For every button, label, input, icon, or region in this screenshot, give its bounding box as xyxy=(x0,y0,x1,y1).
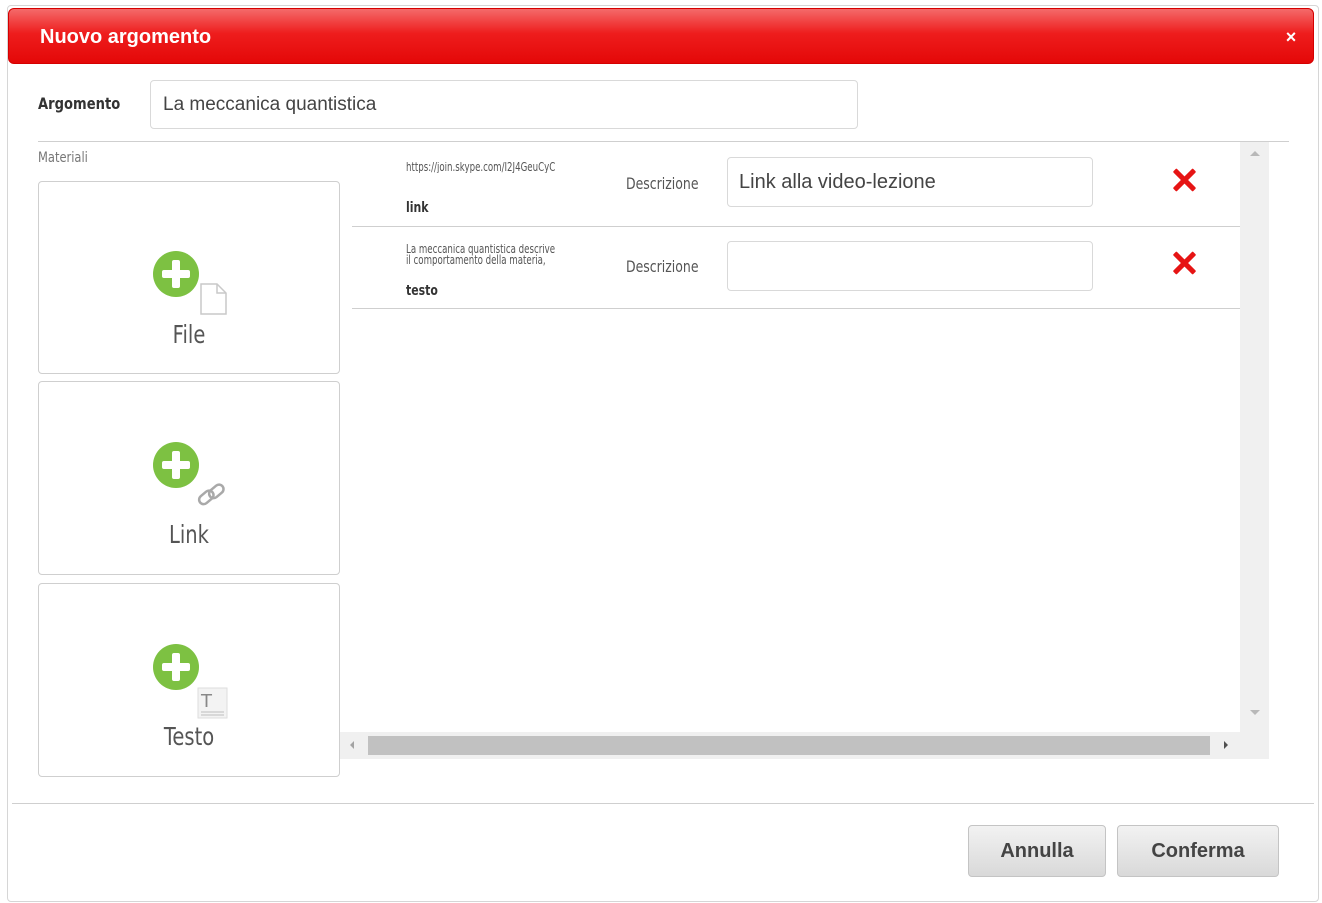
scrollbar-corner xyxy=(1240,732,1269,759)
item-source: La meccanica quantistica descrive il com… xyxy=(406,244,615,266)
description-input[interactable] xyxy=(727,241,1093,291)
add-text-card[interactable]: T Testo xyxy=(38,583,340,777)
item-type: link xyxy=(406,200,429,216)
cancel-button[interactable]: Annulla xyxy=(968,825,1106,877)
text-icon: T xyxy=(197,687,228,719)
list-item: https://join.skype.com/I2J4GeuCyC link D… xyxy=(352,142,1240,227)
add-text-label: Testo xyxy=(163,722,215,751)
vertical-scrollbar[interactable] xyxy=(1240,142,1269,732)
confirm-button[interactable]: Conferma xyxy=(1117,825,1279,877)
description-label: Descrizione xyxy=(626,174,699,193)
argomento-input[interactable]: La meccanica quantistica xyxy=(150,80,858,129)
horizontal-scrollbar[interactable] xyxy=(340,732,1240,759)
add-icon xyxy=(153,251,199,297)
add-file-card[interactable]: File xyxy=(38,181,340,374)
scroll-down-icon[interactable] xyxy=(1250,710,1260,715)
item-source: https://join.skype.com/I2J4GeuCyC xyxy=(406,162,556,173)
delete-icon[interactable] xyxy=(1171,167,1197,193)
item-source-line: il comportamento della materia, xyxy=(406,253,546,266)
list-item: La meccanica quantistica descrive il com… xyxy=(352,227,1240,309)
link-icon xyxy=(197,483,225,506)
scroll-left-icon[interactable] xyxy=(350,741,354,749)
add-link-label: Link xyxy=(169,520,209,549)
delete-icon[interactable] xyxy=(1171,250,1197,276)
description-label: Descrizione xyxy=(626,257,699,276)
add-icon xyxy=(153,644,199,690)
close-button[interactable]: × xyxy=(1283,27,1299,48)
description-input[interactable]: Link alla video-lezione xyxy=(727,157,1093,207)
item-type: testo xyxy=(406,283,438,299)
dialog-titlebar: Nuovo argomento × xyxy=(8,8,1314,64)
argomento-label: Argomento xyxy=(38,94,121,113)
svg-text:T: T xyxy=(200,691,213,712)
add-icon xyxy=(153,442,199,488)
materials-list[interactable]: https://join.skype.com/I2J4GeuCyC link D… xyxy=(352,142,1240,732)
file-icon xyxy=(200,283,227,315)
dialog-title: Nuovo argomento xyxy=(40,26,212,48)
materiali-label: Materiali xyxy=(38,150,88,166)
add-link-card[interactable]: Link xyxy=(38,381,340,575)
scroll-up-icon[interactable] xyxy=(1250,151,1260,156)
scroll-thumb[interactable] xyxy=(368,736,1210,755)
footer-divider xyxy=(12,803,1314,804)
add-file-label: File xyxy=(172,320,206,349)
scroll-right-icon[interactable] xyxy=(1224,741,1228,749)
